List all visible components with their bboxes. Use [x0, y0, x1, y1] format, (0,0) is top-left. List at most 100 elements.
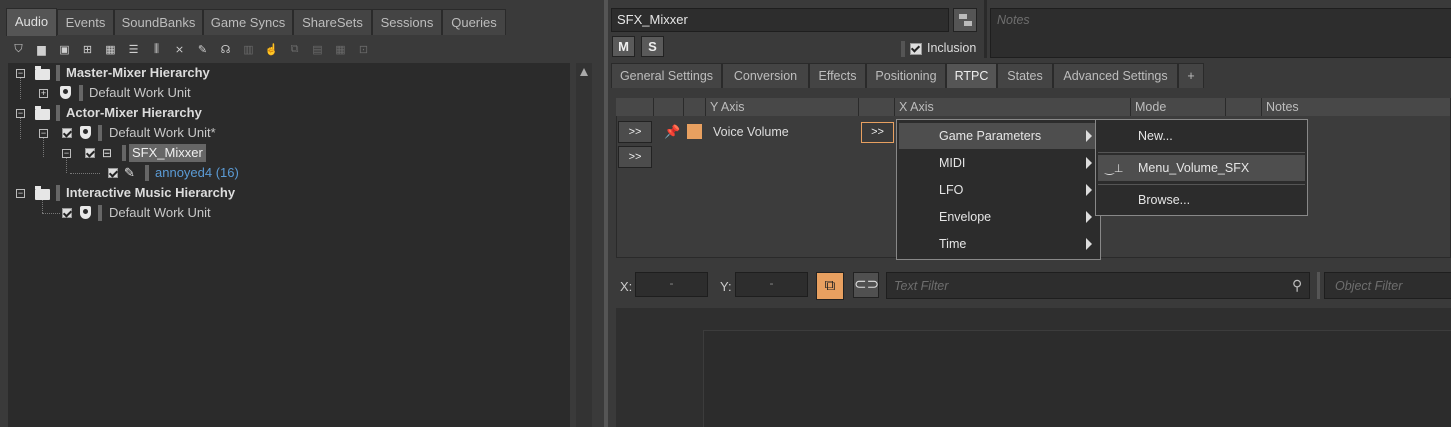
scroll-up-icon[interactable]	[580, 68, 588, 76]
inclusion-checkbox[interactable]	[62, 208, 72, 218]
notes-field[interactable]: Notes	[990, 8, 1451, 58]
rtpc-header-pin	[654, 98, 684, 116]
tab-general-settings[interactable]: General Settings	[611, 63, 722, 88]
menu-item-menu-volume-sfx[interactable]: Menu_Volume_SFX	[1098, 155, 1305, 181]
menu-item-envelope[interactable]: Envelope	[899, 204, 1098, 230]
sound-sfx-icon: ✎	[124, 165, 135, 180]
sfx-mixer-node[interactable]: SFX_Mixxer	[129, 144, 206, 162]
actor-mixer-hierarchy[interactable]: Actor-Mixer Hierarchy	[66, 104, 202, 122]
text-filter-input[interactable]: Text Filter	[886, 272, 1310, 299]
tree-scrollbar[interactable]	[576, 63, 592, 427]
solo-button[interactable]: S	[641, 36, 664, 57]
rtpc-header-notes[interactable]: Notes	[1262, 98, 1451, 116]
show-curves-toggle-icon[interactable]: ⧉	[816, 272, 844, 300]
y-coordinate-label: Y:	[720, 279, 732, 294]
y-coordinate-field[interactable]: -	[735, 272, 808, 297]
collapse-toggle[interactable]: −	[16, 69, 25, 78]
work-unit-icon	[80, 206, 91, 219]
tab-advanced-settings[interactable]: Advanced Settings	[1053, 63, 1178, 88]
work-unit-icon	[80, 126, 91, 139]
y-axis-selector-button[interactable]: >>	[618, 121, 652, 143]
add-rtpc-button[interactable]: >>	[618, 146, 652, 168]
tab-audio[interactable]: Audio	[6, 8, 57, 36]
switch-container-icon[interactable]: ⨯	[170, 40, 189, 59]
tab-positioning[interactable]: Positioning	[866, 63, 946, 88]
music-default-work-unit[interactable]: Default Work Unit	[109, 204, 211, 222]
tab-rtpc[interactable]: RTPC	[946, 63, 997, 88]
object-name-field[interactable]: SFX_Mixxer	[611, 8, 949, 32]
object-filter-input[interactable]: Object Filter	[1324, 272, 1451, 299]
sound-sfx-icon[interactable]: ✎	[193, 40, 212, 59]
tab-soundbanks[interactable]: SoundBanks	[114, 9, 203, 35]
collapse-toggle[interactable]: −	[62, 149, 71, 158]
actor-mixer-icon: ⊟	[102, 146, 113, 160]
rtpc-graph-canvas[interactable]	[703, 330, 1451, 427]
game-parameter-icon: ‿⊥	[1105, 163, 1124, 175]
actor-default-work-unit[interactable]: Default Work Unit*	[109, 124, 216, 142]
menu-item-lfo[interactable]: LFO	[899, 177, 1098, 203]
tab-sharesets[interactable]: ShareSets	[293, 9, 372, 35]
tab-sessions[interactable]: Sessions	[372, 9, 442, 35]
tab-states[interactable]: States	[997, 63, 1053, 88]
rtpc-header-mode[interactable]: Mode	[1131, 98, 1226, 116]
tab-game-syncs[interactable]: Game Syncs	[203, 9, 293, 35]
random-container-icon[interactable]: ☰	[124, 40, 143, 59]
rtpc-header-blank	[616, 98, 654, 116]
add-tab-button[interactable]: +	[1178, 63, 1204, 88]
hierarchy-link-icon[interactable]	[953, 8, 977, 32]
x-coordinate-field[interactable]: -	[635, 272, 708, 297]
menu-item-time[interactable]: Time	[899, 231, 1098, 257]
collapse-toggle[interactable]: −	[16, 189, 25, 198]
sequence-container-icon[interactable]: ⫼	[147, 40, 166, 59]
mute-button[interactable]: M	[612, 36, 635, 57]
submenu-arrow-icon	[1086, 238, 1092, 250]
folder-icon[interactable]: ▆	[32, 40, 51, 59]
x-axis-selector-button[interactable]: >>	[861, 122, 894, 143]
x-axis-context-menu: Game Parameters MIDI LFO Envelope Time	[896, 119, 1101, 260]
submenu-arrow-icon	[1086, 157, 1092, 169]
expand-toggle[interactable]: +	[39, 89, 48, 98]
menu-item-new[interactable]: New...	[1098, 123, 1305, 149]
collapse-toggle[interactable]: −	[16, 109, 25, 118]
bus-icon[interactable]: ⊞	[78, 40, 97, 59]
inclusion-checkbox[interactable]	[62, 128, 72, 138]
property-editor-panel: SFX_Mixxer Notes M S Inclusion General S…	[608, 0, 1451, 427]
menu-item-browse[interactable]: Browse...	[1098, 187, 1305, 213]
master-mixer-hierarchy[interactable]: Master-Mixer Hierarchy	[66, 64, 210, 82]
inclusion-checkbox[interactable]	[85, 148, 95, 158]
search-icon[interactable]: ⚲	[1292, 277, 1302, 294]
rtpc-header-color	[684, 98, 706, 116]
folder-icon	[35, 66, 50, 80]
menu-item-game-parameters[interactable]: Game Parameters	[899, 123, 1098, 149]
master-default-work-unit[interactable]: Default Work Unit	[89, 84, 191, 102]
music-segment-icon: ⧉	[290, 43, 299, 55]
submenu-arrow-icon	[1086, 130, 1092, 142]
collapse-toggle[interactable]: −	[39, 129, 48, 138]
music-switch-icon: ▥	[243, 44, 254, 56]
tab-effects[interactable]: Effects	[809, 63, 866, 88]
rtpc-y-axis-value[interactable]: Voice Volume	[713, 125, 789, 139]
annoyed4-sound[interactable]: annoyed4 (16)	[155, 164, 239, 182]
folder-icon	[35, 186, 50, 200]
sound-voice-icon[interactable]: ☊	[216, 40, 235, 59]
rtpc-color-swatch[interactable]	[687, 124, 702, 139]
inclusion-checkbox[interactable]	[108, 168, 118, 178]
actor-mixer-icon[interactable]: ▦	[101, 40, 120, 59]
folder-icon	[35, 106, 50, 120]
inclusion-label: Inclusion	[927, 41, 977, 55]
music-track-icon: ▤	[312, 44, 323, 56]
inclusion-checkbox[interactable]	[910, 43, 922, 55]
rtpc-header-x-axis[interactable]: X Axis	[895, 98, 1131, 116]
rtpc-header-y-axis[interactable]: Y Axis	[706, 98, 859, 116]
tab-conversion[interactable]: Conversion	[722, 63, 809, 88]
virtual-folder-icon[interactable]: ▣	[55, 40, 74, 59]
interactive-music-hierarchy[interactable]: Interactive Music Hierarchy	[66, 184, 235, 202]
tab-queries[interactable]: Queries	[442, 9, 506, 35]
link-icon[interactable]: ⊂⊃	[853, 272, 879, 298]
pin-icon[interactable]: 📌	[664, 124, 680, 140]
music-stinger-icon: ▦	[335, 44, 346, 56]
work-unit-icon	[60, 86, 71, 99]
work-unit-icon[interactable]: ⛉	[9, 40, 28, 59]
menu-item-midi[interactable]: MIDI	[899, 150, 1098, 176]
tab-events[interactable]: Events	[57, 9, 114, 35]
